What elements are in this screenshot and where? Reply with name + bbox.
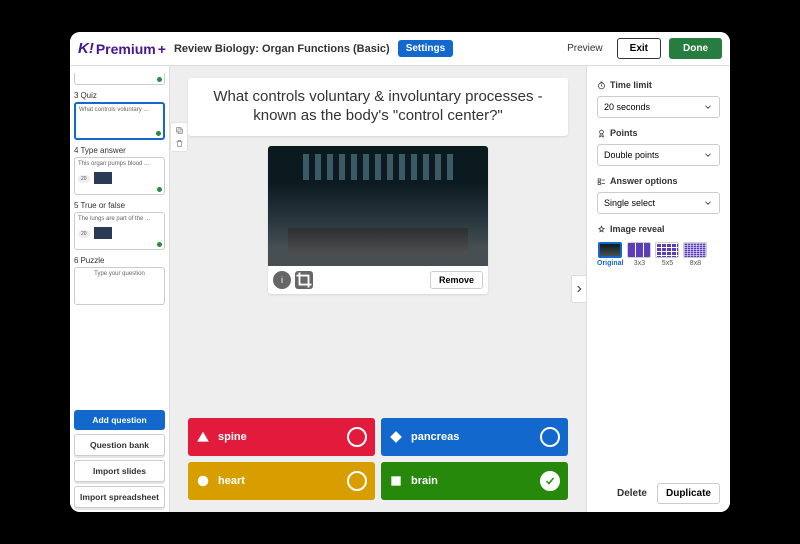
slide-item[interactable]: 6 Puzzle Type your question <box>74 256 165 305</box>
correct-toggle[interactable] <box>347 427 367 447</box>
question-bank-button[interactable]: Question bank <box>74 434 165 456</box>
brand-plus-icon: + <box>158 41 166 57</box>
slide-item[interactable]: 5 True or false The lungs are part of th… <box>74 201 165 250</box>
slide-sidebar: 3 Quiz What controls voluntary ... 4 Typ… <box>70 66 170 512</box>
answer-option[interactable]: heart <box>188 462 375 500</box>
expand-panel-button[interactable] <box>571 275 587 303</box>
slide-time: 20 <box>78 230 90 238</box>
answer-grid: spine pancreas heart brain <box>188 418 568 500</box>
answer-text: brain <box>411 475 438 487</box>
brand-k: K! <box>78 40 94 57</box>
info-icon[interactable]: i <box>273 271 291 289</box>
image-reveal-label: Image reveal <box>597 224 720 234</box>
slide-time: 20 <box>78 175 90 183</box>
done-button[interactable]: Done <box>669 38 722 59</box>
reveal-option-3x3[interactable]: 3x3 <box>627 242 651 267</box>
slide-toolbox <box>170 122 188 152</box>
reveal-label: 5x5 <box>662 260 673 267</box>
reveal-label: 8x8 <box>690 260 701 267</box>
duplicate-button[interactable]: Duplicate <box>657 483 720 504</box>
slide-preview-text: Type your question <box>78 271 161 277</box>
thumb-image-icon <box>94 227 112 239</box>
slide-number: 5 <box>74 201 78 210</box>
answer-text: heart <box>218 475 245 487</box>
slide-item[interactable] <box>74 69 165 85</box>
brand-name: Premium <box>96 41 156 57</box>
correct-toggle[interactable] <box>540 471 560 491</box>
status-dot-icon <box>157 77 162 82</box>
time-limit-select[interactable]: 20 seconds <box>597 96 720 118</box>
reveal-option-8x8[interactable]: 8x8 <box>683 242 707 267</box>
slide-type: Puzzle <box>80 256 104 265</box>
answer-options-label: Answer options <box>597 176 720 186</box>
crop-icon[interactable] <box>295 271 313 289</box>
brand-logo: K! Premium + <box>78 40 166 57</box>
slide-item[interactable]: 3 Quiz What controls voluntary ... <box>74 91 165 140</box>
reveal-label: Original <box>597 260 623 267</box>
chevron-down-icon <box>703 198 713 208</box>
answer-text: spine <box>218 431 247 443</box>
chevron-down-icon <box>703 102 713 112</box>
thumb-image-icon <box>94 172 112 184</box>
app-window: K! Premium + Review Biology: Organ Funct… <box>70 32 730 512</box>
chevron-down-icon <box>703 150 713 160</box>
answer-options-select[interactable]: Single select <box>597 192 720 214</box>
correct-toggle[interactable] <box>540 427 560 447</box>
slide-item[interactable]: 4 Type answer This organ pumps blood ...… <box>74 146 165 195</box>
slide-list: 3 Quiz What controls voluntary ... 4 Typ… <box>70 66 169 406</box>
reveal-label: 3x3 <box>634 260 645 267</box>
triangle-icon <box>196 430 210 444</box>
import-spreadsheet-button[interactable]: Import spreadsheet <box>74 486 165 508</box>
remove-image-button[interactable]: Remove <box>430 271 483 289</box>
settings-panel: Time limit 20 seconds Points Double poin… <box>586 66 730 512</box>
import-slides-button[interactable]: Import slides <box>74 460 165 482</box>
points-label: Points <box>597 128 720 138</box>
reveal-option-5x5[interactable]: 5x5 <box>655 242 679 267</box>
square-icon <box>389 474 403 488</box>
editor-canvas: What controls voluntary & involuntary pr… <box>170 66 586 512</box>
correct-toggle[interactable] <box>347 471 367 491</box>
question-text[interactable]: What controls voluntary & involuntary pr… <box>188 78 568 136</box>
slide-type: True or false <box>80 201 125 210</box>
slide-number: 4 <box>74 146 78 155</box>
answer-option[interactable]: spine <box>188 418 375 456</box>
add-question-button[interactable]: Add question <box>74 410 165 430</box>
status-dot-icon <box>157 187 162 192</box>
answer-text: pancreas <box>411 431 459 443</box>
preview-button[interactable]: Preview <box>561 39 609 58</box>
slide-type: Type answer <box>80 146 125 155</box>
exit-button[interactable]: Exit <box>617 38 661 59</box>
delete-button[interactable]: Delete <box>613 483 651 504</box>
settings-button[interactable]: Settings <box>398 40 453 57</box>
status-dot-icon <box>156 131 161 136</box>
time-limit-label: Time limit <box>597 80 720 90</box>
points-value: Double points <box>604 150 659 160</box>
reveal-option-original[interactable]: Original <box>597 242 623 267</box>
quiz-title: Review Biology: Organ Functions (Basic) <box>174 43 390 55</box>
answer-options-value: Single select <box>604 198 655 208</box>
slide-type: Quiz <box>80 91 96 100</box>
media-card: i Remove <box>268 146 488 294</box>
reveal-options: Original 3x3 5x5 8x8 <box>597 242 720 267</box>
answer-option[interactable]: brain <box>381 462 568 500</box>
delete-slide-icon[interactable] <box>173 138 185 149</box>
slide-number: 6 <box>74 256 78 265</box>
slide-preview-text: What controls voluntary ... <box>79 107 160 113</box>
topbar: K! Premium + Review Biology: Organ Funct… <box>70 32 730 66</box>
slide-number: 3 <box>74 91 78 100</box>
status-dot-icon <box>157 242 162 247</box>
diamond-icon <box>389 430 403 444</box>
circle-icon <box>196 474 210 488</box>
time-limit-value: 20 seconds <box>604 102 650 112</box>
question-image[interactable] <box>268 146 488 266</box>
duplicate-slide-icon[interactable] <box>173 125 185 136</box>
points-select[interactable]: Double points <box>597 144 720 166</box>
answer-option[interactable]: pancreas <box>381 418 568 456</box>
